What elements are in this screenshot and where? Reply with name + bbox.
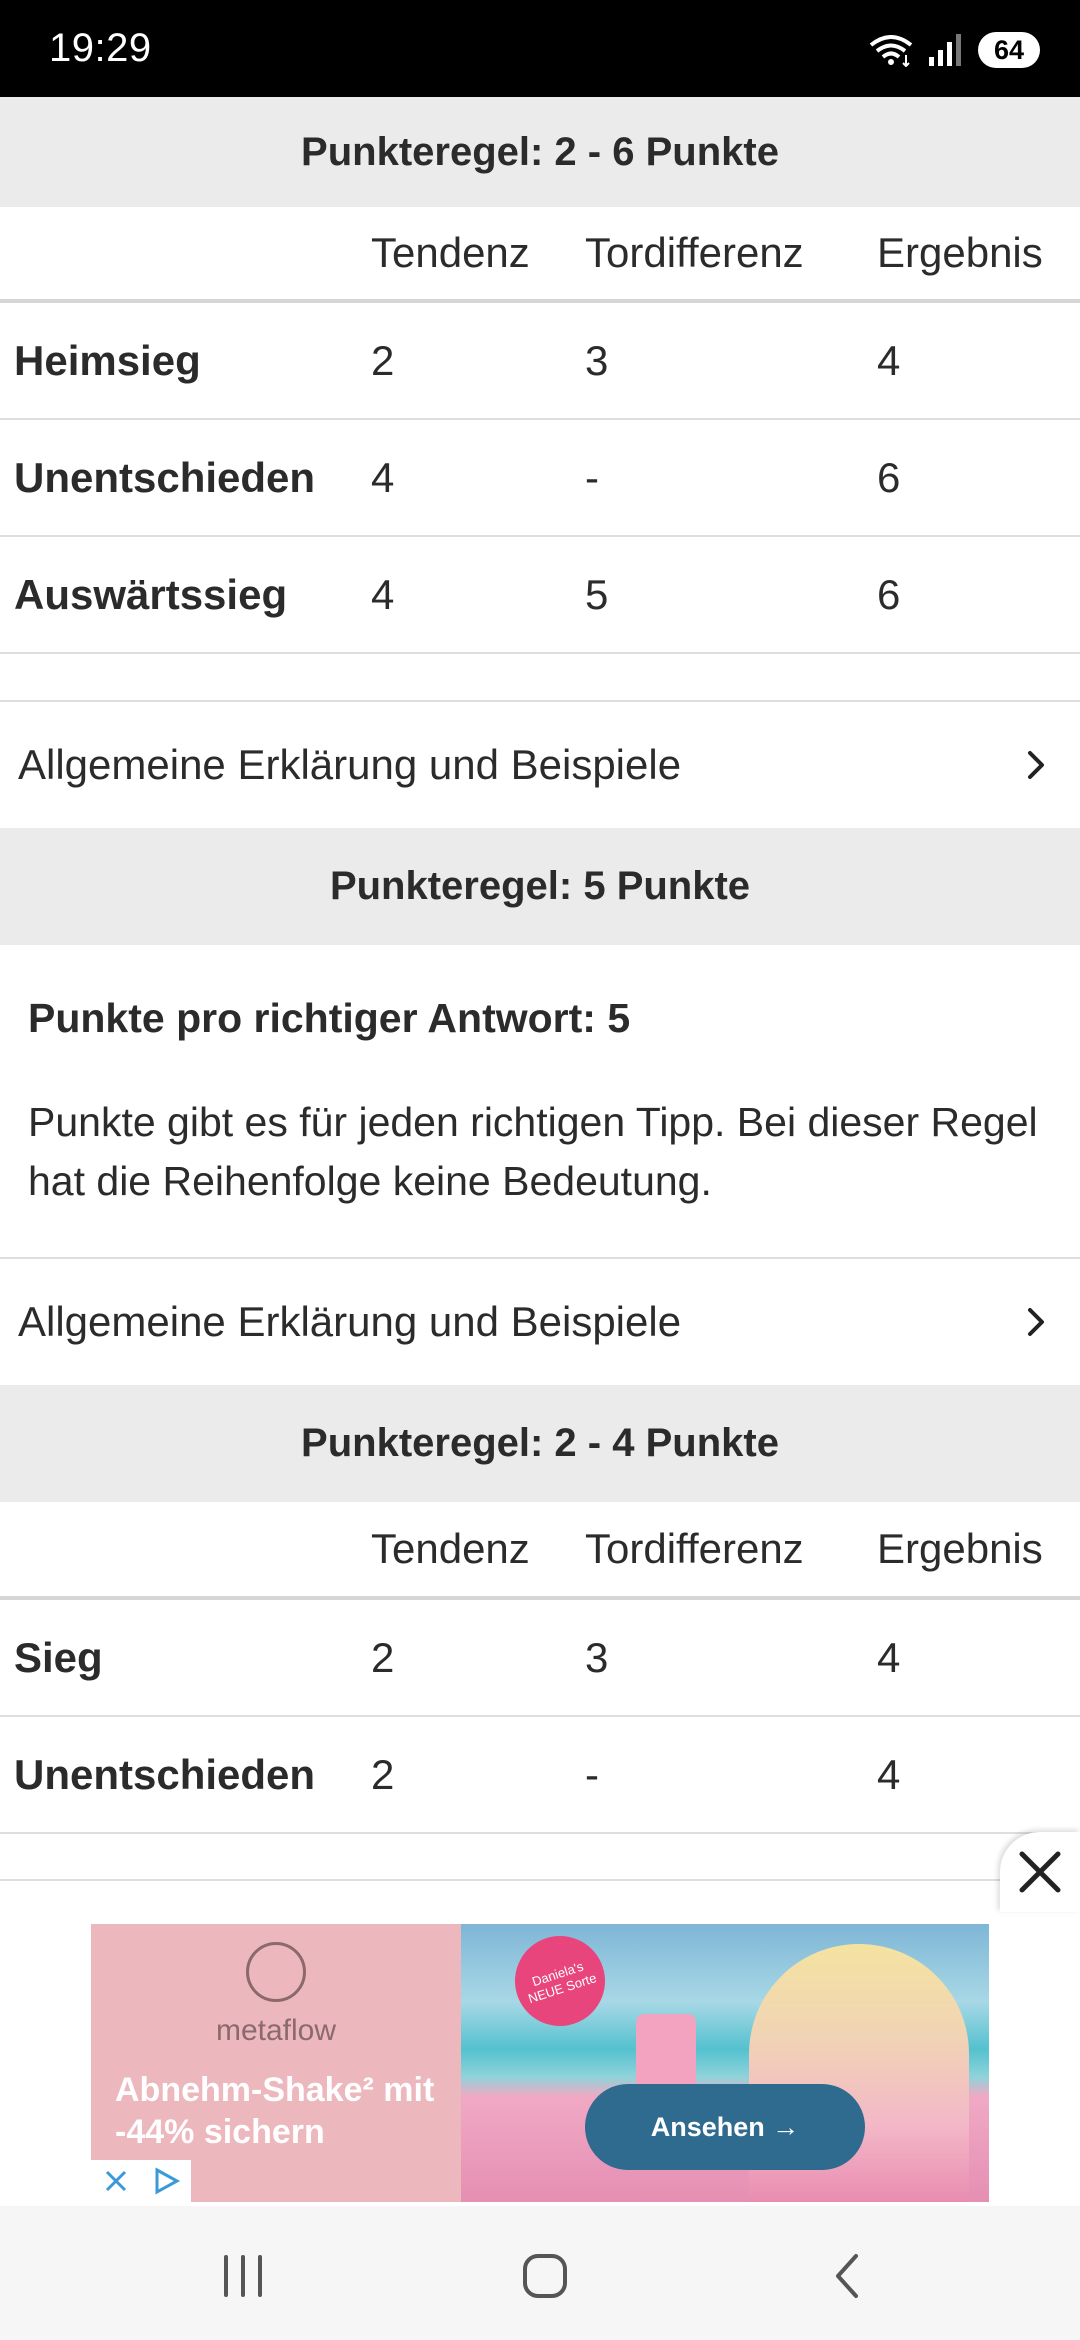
table-cell: 6 bbox=[877, 453, 901, 501]
recent-apps-button[interactable] bbox=[213, 2246, 273, 2306]
signal-icon bbox=[929, 34, 961, 66]
column-header-ergebnis: Ergebnis bbox=[877, 229, 1043, 276]
table-cell: 4 bbox=[877, 1633, 901, 1681]
table-cell: 2 bbox=[371, 336, 395, 384]
row-label: Heimsieg bbox=[14, 336, 201, 384]
section-header-2-4: Punkteregel: 2 - 4 Punkte bbox=[0, 1385, 1080, 1502]
table-cell: 4 bbox=[877, 336, 901, 384]
back-button[interactable] bbox=[818, 2246, 878, 2306]
status-icons: 64 bbox=[868, 28, 1040, 72]
explanation-link-1[interactable]: Allgemeine Erklärung und Beispiele bbox=[0, 700, 1080, 828]
column-header-tendenz: Tendenz bbox=[371, 229, 530, 276]
status-bar: 19:29 64 bbox=[0, 0, 1080, 97]
explanation-link-label: Allgemeine Erklärung und Beispiele bbox=[18, 1298, 682, 1345]
row-label: Auswärtssieg bbox=[14, 570, 288, 618]
row-label: Unentschieden bbox=[14, 453, 316, 501]
column-header-ergebnis: Ergebnis bbox=[877, 1525, 1043, 1572]
table-header-row: Tendenz Tordifferenz Ergebnis bbox=[0, 207, 1080, 303]
table-cell: 3 bbox=[585, 336, 609, 384]
table-row: Unentschieden 2 - 4 bbox=[0, 1717, 1080, 1834]
ad-close-button[interactable] bbox=[1000, 1832, 1080, 1912]
table-cell: 4 bbox=[877, 1750, 901, 1798]
table-cell: 4 bbox=[371, 453, 395, 501]
recent-apps-icon bbox=[224, 2255, 262, 2297]
points-per-answer: Punkte pro richtiger Antwort: 5 bbox=[28, 995, 631, 1041]
table-cell: - bbox=[585, 1750, 599, 1798]
ad-banner[interactable]: metaflow Abnehm-Shake² mit -44% sichern … bbox=[91, 1924, 989, 2202]
column-header-tendenz: Tendenz bbox=[371, 1525, 530, 1572]
ad-brand: metaflow bbox=[215, 2014, 337, 2047]
table-cell: 2 bbox=[371, 1633, 395, 1681]
table-row: Auswärtssieg 4 5 6 bbox=[0, 537, 1080, 654]
column-header-tordifferenz: Tordifferenz bbox=[585, 1525, 804, 1572]
adchoices[interactable] bbox=[91, 2160, 191, 2202]
chevron-right-icon bbox=[1028, 1308, 1044, 1336]
home-button[interactable] bbox=[515, 2246, 575, 2306]
explanation-link-label: Allgemeine Erklärung und Beispiele bbox=[18, 741, 682, 788]
ad-headline: Abnehm-Shake² mit -44% sichern bbox=[115, 2071, 435, 2151]
back-icon bbox=[836, 2254, 858, 2298]
ad-dismiss-icon[interactable] bbox=[91, 2160, 141, 2202]
section-header-5: Punkteregel: 5 Punkte bbox=[0, 828, 1080, 945]
table-cell: 2 bbox=[371, 1750, 395, 1798]
table-cell: 5 bbox=[585, 570, 609, 618]
table-row: Heimsieg 2 3 4 bbox=[0, 303, 1080, 420]
row-label: Sieg bbox=[14, 1633, 103, 1681]
home-icon bbox=[523, 2254, 567, 2298]
ad-cta-button[interactable]: Ansehen → bbox=[585, 2084, 865, 2170]
ad-image: Daniela's NEUE Sorte Ansehen → bbox=[461, 1924, 989, 2202]
ad-left-panel: metaflow Abnehm-Shake² mit -44% sichern bbox=[91, 1924, 461, 2202]
table-cell: 6 bbox=[877, 570, 901, 618]
system-nav-bar bbox=[0, 2206, 1080, 2340]
ad-badge: Daniela's NEUE Sorte bbox=[503, 1924, 617, 2038]
table-row: Sieg 2 3 4 bbox=[0, 1600, 1080, 1717]
chevron-right-icon bbox=[1028, 751, 1044, 779]
metaflow-logo bbox=[246, 1942, 306, 2002]
close-icon bbox=[1019, 1851, 1061, 1893]
wifi-icon bbox=[869, 35, 913, 67]
battery-icon: 64 bbox=[978, 32, 1040, 68]
explanation-link-2[interactable]: Allgemeine Erklärung und Beispiele bbox=[0, 1257, 1080, 1385]
table-cell: - bbox=[585, 453, 599, 501]
rule-description: Punkte gibt es für jeden richtigen Tipp.… bbox=[28, 1099, 1038, 1204]
table-cell: 3 bbox=[585, 1633, 609, 1681]
status-time: 19:29 bbox=[49, 26, 152, 70]
table-cell: 4 bbox=[371, 570, 395, 618]
section-header-2-6: Punkteregel: 2 - 6 Punkte bbox=[0, 97, 1080, 207]
column-header-tordifferenz: Tordifferenz bbox=[585, 229, 804, 276]
table-row: Unentschieden 4 - 6 bbox=[0, 420, 1080, 537]
divider bbox=[0, 1879, 1080, 1881]
table-header-row: Tendenz Tordifferenz Ergebnis bbox=[0, 1502, 1080, 1600]
row-label: Unentschieden bbox=[14, 1750, 316, 1798]
adchoices-icon[interactable] bbox=[141, 2160, 191, 2202]
